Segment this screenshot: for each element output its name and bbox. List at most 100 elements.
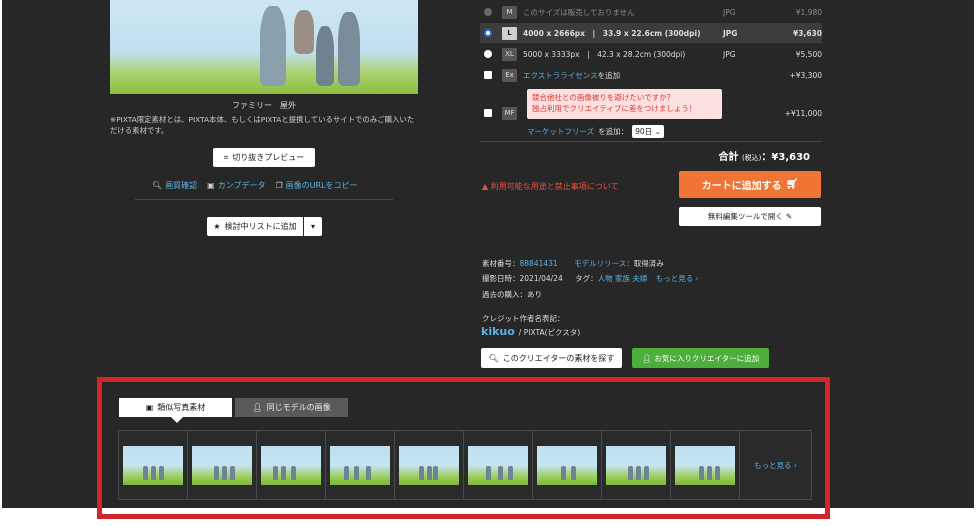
crop-icon: ⌗ <box>223 152 229 162</box>
market-freeze-checkbox[interactable] <box>484 109 492 117</box>
market-freeze-price: +¥11,000 <box>784 108 822 118</box>
model-release-value: 取得済み <box>633 259 664 268</box>
market-freeze-suffix: を追加： <box>598 127 629 136</box>
warning-icon: ▲ <box>482 182 489 191</box>
promo-line: 独占利用でクリエイティブに差をつけましょう！ <box>532 104 697 113</box>
size-price: ¥3,630 <box>793 28 822 38</box>
photo-child <box>294 10 314 54</box>
size-dims: 4000 x 2666px | 33.9 x 22.6cm (300dpi) <box>523 28 701 38</box>
size-format: JPG <box>723 49 736 59</box>
extra-license-price: +¥3,300 <box>789 70 822 80</box>
tag-link[interactable]: 家族 <box>615 274 630 283</box>
add-to-list-dropdown[interactable]: ▾ <box>304 217 322 236</box>
pencil-icon: ✎ <box>785 212 793 221</box>
credit-suffix: / PIXTA(ピクスタ) <box>518 328 581 337</box>
favorite-creator-label: お気に入りクリエイターに追加 <box>654 353 760 363</box>
meta-label: タグ： <box>575 274 598 283</box>
link-label: 画像のURLをコピー <box>285 181 358 190</box>
user-plus-icon: 👤︎ <box>641 353 652 363</box>
add-to-list-button[interactable]: ★ 検討中リストに追加 <box>207 217 303 236</box>
image-icon: ▣ <box>207 181 215 190</box>
tag-link[interactable]: 夫婦 <box>632 274 647 283</box>
free-edit-tool-label: 無料編集ツールで開く <box>707 212 783 221</box>
promo-line: 競合他社との画像被りを避けたいですか？ <box>532 93 675 102</box>
period-select[interactable]: 90日 ⌄ <box>632 125 664 138</box>
photo-person <box>316 26 334 86</box>
divider <box>135 199 393 200</box>
total-amount: ：¥3,630 <box>761 152 810 163</box>
size-format: JPG <box>723 28 738 38</box>
size-dims: 5000 x 3333px | 42.3 x 28.2cm (300dpi) <box>523 49 686 59</box>
market-freeze-promo: 競合他社との画像被りを避けたいですか？ 独占利用でクリエイティブに差をつけましょ… <box>527 89 722 119</box>
crop-preview-button[interactable]: ⌗ 切り抜きプレビュー <box>213 148 315 167</box>
size-radio[interactable] <box>484 50 492 58</box>
add-to-list-label: 検討中リストに追加 <box>224 222 297 231</box>
size-format: JPG <box>723 7 736 17</box>
past-purchase-row: 過去の購入：あり <box>482 289 542 300</box>
divider <box>480 141 822 142</box>
shoot-date: 2021/04/24 <box>519 274 563 283</box>
period-value: 90日 <box>635 127 653 136</box>
size-badge: M <box>502 5 517 19</box>
link-label: カンプデータ <box>217 181 266 190</box>
meta-label: 過去の購入： <box>482 290 527 299</box>
ex-badge: Ex <box>502 68 517 82</box>
total-price: 合計 (税込)：¥3,630 <box>718 148 810 163</box>
size-badge: XL <box>502 47 517 61</box>
search-icon: 🔍︎ <box>488 353 499 363</box>
size-row-m: M このサイズは販売しておりません JPG ¥1,980 <box>480 2 822 22</box>
photo-person <box>338 12 360 86</box>
size-price: ¥5,500 <box>795 49 822 59</box>
model-release-link[interactable]: モデルリリース： <box>574 259 634 268</box>
size-radio <box>484 8 492 16</box>
size-badge: L <box>502 26 517 40</box>
magnifier-icon: 🔍︎ <box>152 181 163 190</box>
photo-person <box>260 6 286 86</box>
size-row-l[interactable]: L 4000 x 2666px | 33.9 x 22.6cm (300dpi)… <box>480 23 822 43</box>
tag-more-link[interactable]: もっと見る › <box>656 274 699 283</box>
copy-url-link[interactable]: ❐ 画像のURLをコピー <box>275 180 357 191</box>
size-dims: このサイズは販売しておりません <box>523 7 635 17</box>
photo-links: 🔍︎ 画質確認 ▣ カンプデータ ❐ 画像のURLをコピー <box>152 180 358 191</box>
meta-label: 撮影日時： <box>482 274 520 283</box>
material-id-row: 素材番号：88841431 モデルリリース：取得済み <box>482 258 664 269</box>
extra-license-link[interactable]: エクストラライセンス <box>523 71 598 80</box>
highlight-box <box>97 377 830 519</box>
extra-license-row[interactable]: Ex エクストラライセンスを追加 +¥3,300 <box>480 65 822 85</box>
copy-icon: ❐ <box>275 181 283 190</box>
market-freeze-option: マーケットフリーズ を追加： 90日 ⌄ <box>527 125 664 138</box>
creator-credit: kikuo / PIXTA(ピクスタ) <box>481 325 580 338</box>
size-row-xl[interactable]: XL 5000 x 3333px | 42.3 x 28.2cm (300dpi… <box>480 44 822 64</box>
cart-icon: 🛒︎ <box>785 179 799 190</box>
add-to-cart-button[interactable]: カートに追加する 🛒︎ <box>679 171 821 198</box>
usage-warning-link[interactable]: ▲ 利用可能な用途と禁止事項について <box>482 181 618 192</box>
meta-label: 素材番号： <box>482 259 520 268</box>
tax-note: (税込) <box>741 154 762 162</box>
mf-badge: MF <box>502 106 517 120</box>
market-freeze-link[interactable]: マーケットフリーズ <box>527 126 594 137</box>
star-icon: ★ <box>213 222 221 231</box>
exclusive-note: ※PIXTA限定素材とは、PIXTA本体、もしくはPIXTAと提携しているサイト… <box>110 115 415 135</box>
quality-check-link[interactable]: 🔍︎ 画質確認 <box>152 180 197 191</box>
material-id: 88841431 <box>519 259 558 268</box>
shoot-date-row: 撮影日時：2021/04/24 タグ：人物 家族 夫婦 もっと見る › <box>482 273 699 284</box>
main-photo[interactable] <box>110 0 418 94</box>
total-label: 合計 <box>718 152 739 163</box>
creator-name-link[interactable]: kikuo <box>481 325 515 338</box>
favorite-creator-button[interactable]: 👤︎ お気に入りクリエイターに追加 <box>632 348 769 368</box>
extra-license-suffix: を追加 <box>597 70 621 80</box>
past-purchase-value: あり <box>527 290 542 299</box>
crop-preview-label: 切り抜きプレビュー <box>232 153 305 162</box>
free-edit-tool-button[interactable]: 無料編集ツールで開く ✎ <box>679 207 821 226</box>
extra-license-checkbox[interactable] <box>484 71 492 79</box>
tag-link[interactable]: 人物 <box>598 274 613 283</box>
comp-data-link[interactable]: ▣ カンプデータ <box>207 180 265 191</box>
find-creator-label: このクリエイターの素材を探す <box>502 353 615 363</box>
usage-warning-label: 利用可能な用途と禁止事項について <box>490 182 619 191</box>
credit-label: クレジット作者名表記： <box>482 314 565 323</box>
size-price: ¥1,980 <box>795 7 822 17</box>
add-to-cart-label: カートに追加する <box>701 181 782 192</box>
size-radio[interactable] <box>484 29 492 37</box>
link-label: 画質確認 <box>165 181 198 190</box>
find-creator-materials-button[interactable]: 🔍︎ このクリエイターの素材を探す <box>481 348 622 368</box>
